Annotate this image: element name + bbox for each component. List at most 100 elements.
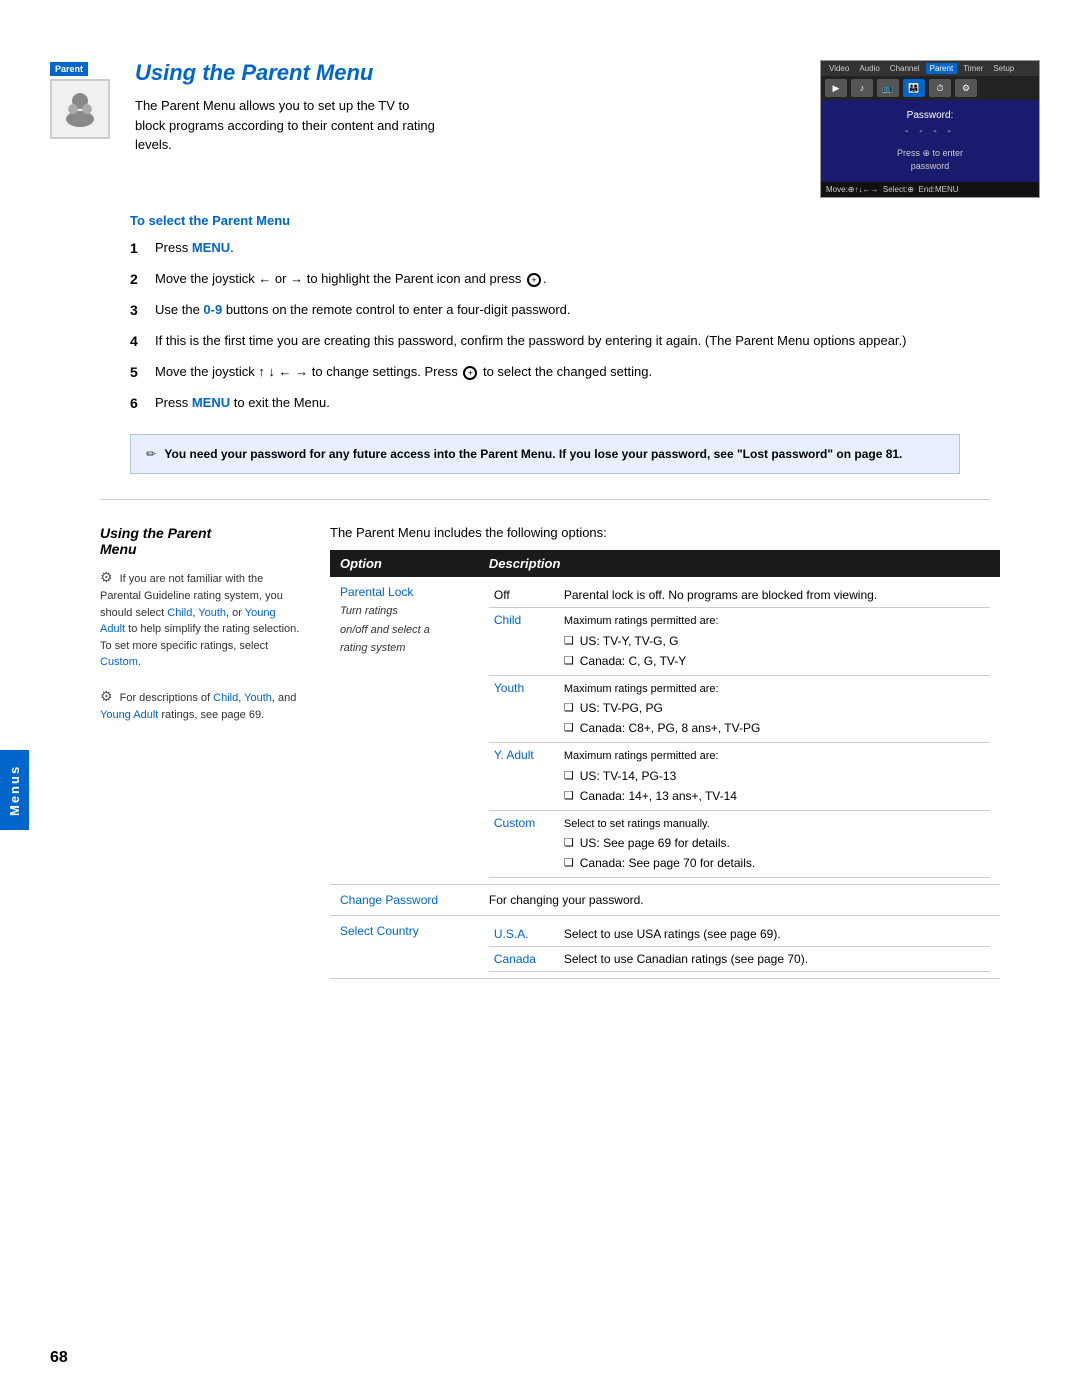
change-password-cell: Change Password xyxy=(330,885,479,916)
youth-row: Youth Maximum ratings permitted are: US:… xyxy=(489,675,990,743)
options-table: Option Description Parental Lock Turn ra… xyxy=(330,550,1000,979)
step-5-text: Move the joystick ↑ ↓ ← → to change sett… xyxy=(155,362,652,383)
tv-icon-4: 👨‍👩‍👧 xyxy=(903,79,925,97)
tv-icon-1: ▶ xyxy=(825,79,847,97)
custom-link-1: Custom xyxy=(100,656,138,668)
pencil-icon: ✏ xyxy=(146,447,156,461)
child-bullets: US: TV-Y, TV-G, G Canada: C, G, TV-Y xyxy=(564,632,985,670)
table-row-select-country: Select Country U.S.A. Select to use USA … xyxy=(330,916,1000,979)
sidebar-note-2: ⚙ For descriptions of Child, Youth, and … xyxy=(100,686,300,724)
step-2-num: 2 xyxy=(130,269,155,290)
canada-row: Canada Select to use Canadian ratings (s… xyxy=(489,947,990,972)
parental-lock-desc: Off Parental lock is off. No programs ar… xyxy=(479,577,1000,885)
tv-icon-3: 📺 xyxy=(877,79,899,97)
child-bullet-2: Canada: C, G, TV-Y xyxy=(564,652,985,670)
step-1-num: 1 xyxy=(130,238,155,259)
step-3: 3 Use the 0-9 buttons on the remote cont… xyxy=(130,300,1000,321)
tv-content-area: Password: - - - - Press ⊕ to enterpasswo… xyxy=(821,100,1039,182)
title-text-block: Using the Parent Menu The Parent Menu al… xyxy=(135,60,800,155)
step-3-num: 3 xyxy=(130,300,155,321)
col-header-description: Description xyxy=(479,550,1000,577)
step-5-num: 5 xyxy=(130,362,155,383)
tv-menu-setup: Setup xyxy=(989,63,1018,74)
gear-icon-2: ⚙ xyxy=(100,688,113,704)
child-link-2: Child xyxy=(213,692,238,704)
canada-desc: Select to use Canadian ratings (see page… xyxy=(559,947,990,972)
tv-menu-audio: Audio xyxy=(855,63,883,74)
tv-icon-2: ♪ xyxy=(851,79,873,97)
child-link-1: Child xyxy=(167,607,192,619)
step6-highlight: MENU xyxy=(192,395,230,410)
usa-row: U.S.A. Select to use USA ratings (see pa… xyxy=(489,922,990,947)
sidebar-tab-label: Menus xyxy=(7,764,22,815)
youth-link-1: Youth xyxy=(198,607,226,619)
tv-password-dashes: - - - - xyxy=(905,126,955,137)
plus-circle-icon: + xyxy=(527,273,541,287)
step-4-num: 4 xyxy=(130,331,155,352)
select-country-cell: Select Country xyxy=(330,916,479,979)
custom-bullets: US: See page 69 for details. Canada: See… xyxy=(564,834,985,872)
tv-icon-6: ⚙ xyxy=(955,79,977,97)
child-row: Child Maximum ratings permitted are: US:… xyxy=(489,608,990,676)
parental-lock-cell: Parental Lock Turn ratingson/off and sel… xyxy=(330,577,479,885)
step-2-text: Move the joystick ← or → to highlight th… xyxy=(155,269,547,290)
youth-bullet-2: Canada: C8+, PG, 8 ans+, TV-PG xyxy=(564,719,985,737)
custom-row: Custom Select to set ratings manually. U… xyxy=(489,810,990,878)
step-6-num: 6 xyxy=(130,393,155,414)
section-divider xyxy=(100,499,990,500)
yadult-bullet-2: Canada: 14+, 13 ans+, TV-14 xyxy=(564,787,985,805)
step-list: 1 Press MENU. 2 Move the joystick ← or →… xyxy=(130,238,1000,414)
tv-icon-5: ⏱ xyxy=(929,79,951,97)
intro-text: The Parent Menu allows you to set up the… xyxy=(135,96,435,155)
tv-press-label: Press ⊕ to enterpassword xyxy=(897,147,963,172)
custom-desc-cell: Select to set ratings manually. US: See … xyxy=(559,810,990,878)
tv-menu-parent: Parent xyxy=(926,63,958,74)
badge-label: Parent xyxy=(50,62,88,76)
custom-bullet-2: Canada: See page 70 for details. xyxy=(564,854,985,872)
select-parent-menu-heading: To select the Parent Menu xyxy=(130,213,1000,228)
sidebar-note-1: ⚙ If you are not familiar with the Paren… xyxy=(100,567,300,671)
step-3-text: Use the 0-9 buttons on the remote contro… xyxy=(155,300,571,321)
step3-highlight: 0-9 xyxy=(203,302,222,317)
usa-desc: Select to use USA ratings (see page 69). xyxy=(559,922,990,947)
step-4: 4 If this is the first time you are crea… xyxy=(130,331,1000,352)
parent-icon xyxy=(50,79,110,139)
child-label-cell: Child xyxy=(489,608,559,676)
table-header-row: Option Description xyxy=(330,550,1000,577)
col-header-option: Option xyxy=(330,550,479,577)
child-desc-cell: Maximum ratings permitted are: US: TV-Y,… xyxy=(559,608,990,676)
yadult-bullets: US: TV-14, PG-13 Canada: 14+, 13 ans+, T… xyxy=(564,767,985,805)
tv-icons-bar: ▶ ♪ 📺 👨‍👩‍👧 ⏱ ⚙ xyxy=(821,76,1039,100)
tv-bottom-text: Move:⊕↑↓←→ Select:⊕ End:MENU xyxy=(826,185,959,194)
step-1: 1 Press MENU. xyxy=(130,238,1000,259)
left-sidebar-content: Using the ParentMenu ⚙ If you are not fa… xyxy=(100,525,300,979)
step-6: 6 Press MENU to exit the Menu. xyxy=(130,393,1000,414)
tv-menu-bar: Video Audio Channel Parent Timer Setup xyxy=(821,61,1039,76)
yadult-row: Y. Adult Maximum ratings permitted are: … xyxy=(489,743,990,811)
table-row-change-password: Change Password For changing your passwo… xyxy=(330,885,1000,916)
tv-menu-video: Video xyxy=(825,63,853,74)
table-row-parental-lock: Parental Lock Turn ratingson/off and sel… xyxy=(330,577,1000,885)
page-number: 68 xyxy=(50,1349,68,1367)
plus-circle-icon-2: + xyxy=(463,366,477,380)
change-password-label: Change Password xyxy=(340,893,438,907)
step-5: 5 Move the joystick ↑ ↓ ← → to change se… xyxy=(130,362,1000,383)
menus-sidebar-tab: Menus xyxy=(0,750,29,830)
tv-menu-timer: Timer xyxy=(959,63,987,74)
step-2: 2 Move the joystick ← or → to highlight … xyxy=(130,269,1000,290)
change-password-desc: For changing your password. xyxy=(479,885,1000,916)
gear-icon-1: ⚙ xyxy=(100,569,113,585)
right-content: The Parent Menu includes the following o… xyxy=(330,525,1000,979)
yadult-label-cell: Y. Adult xyxy=(489,743,559,811)
table-intro: The Parent Menu includes the following o… xyxy=(330,525,1000,540)
tv-menu-channel: Channel xyxy=(886,63,924,74)
step-1-text: Press MENU. xyxy=(155,238,234,259)
young-adult-link-2: Young Adult xyxy=(100,709,158,721)
yadult-bullet-1: US: TV-14, PG-13 xyxy=(564,767,985,785)
youth-label-cell: Youth xyxy=(489,675,559,743)
off-row: Off Parental lock is off. No programs ar… xyxy=(489,583,990,608)
step-4-text: If this is the first time you are creati… xyxy=(155,331,906,352)
bottom-section: Using the ParentMenu ⚙ If you are not fa… xyxy=(100,525,1000,979)
sidebar-section-title: Using the ParentMenu xyxy=(100,525,300,557)
yadult-desc-cell: Maximum ratings permitted are: US: TV-14… xyxy=(559,743,990,811)
